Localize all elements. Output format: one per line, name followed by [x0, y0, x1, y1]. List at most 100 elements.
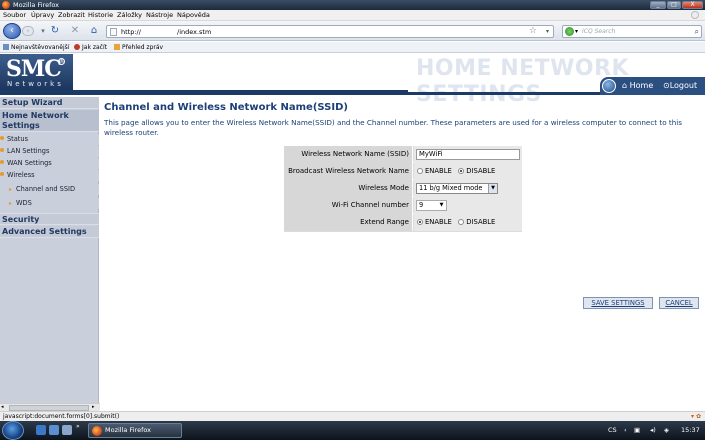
sidebar-setup-wizard[interactable]: Setup Wizard: [0, 97, 99, 109]
quick-launch-icon[interactable]: [62, 425, 72, 435]
channel-select[interactable]: 9 ▼: [416, 200, 447, 211]
page-icon: [110, 28, 117, 36]
addon-icon[interactable]: ▾ ✿: [691, 412, 701, 421]
sidebar-item-channel-ssid[interactable]: ▸ Channel and SSID: [0, 184, 99, 195]
menu-upravy[interactable]: Úpravy: [31, 11, 54, 20]
window-title: Mozilla Firefox: [13, 1, 59, 9]
chevron-down-icon: ▼: [488, 184, 497, 193]
logout-link[interactable]: ⊙Logout: [663, 81, 697, 91]
tray-misc-icon[interactable]: ◈: [664, 421, 669, 440]
ssid-row: Wireless Network Name (SSID) MyWiFi: [284, 146, 522, 163]
broadcast-disable-radio[interactable]: [458, 168, 465, 174]
home-link[interactable]: ⌂ Home: [622, 81, 653, 91]
cancel-button[interactable]: CANCEL: [659, 297, 699, 309]
sidebar: Setup Wizard Home Network Settings Statu…: [0, 97, 99, 403]
page-title: Channel and Wireless Network Name(SSID): [104, 102, 348, 113]
url-prefix: http://: [121, 28, 141, 36]
clock[interactable]: 15:37: [681, 421, 700, 440]
network-icon[interactable]: ▣: [634, 421, 640, 440]
taskbar-task-label: Mozilla Firefox: [105, 426, 151, 434]
save-settings-button[interactable]: SAVE SETTINGS: [583, 297, 653, 309]
forward-button[interactable]: ›: [22, 26, 34, 36]
ssid-label: Wireless Network Name (SSID): [284, 146, 413, 163]
maximize-button[interactable]: □: [667, 1, 681, 9]
menu-nastroje[interactable]: Nástroje: [146, 11, 173, 20]
wireless-settings-form: Wireless Network Name (SSID) MyWiFi Broa…: [284, 146, 522, 232]
rss-icon: [114, 44, 120, 50]
extend-enable-radio[interactable]: [417, 219, 423, 225]
bookmark-getting-started[interactable]: Jak začít: [74, 43, 107, 52]
sidebar-item-wireless[interactable]: Wireless: [0, 170, 99, 181]
start-button[interactable]: [2, 421, 24, 440]
language-indicator[interactable]: CS: [608, 421, 617, 440]
navigation-toolbar: ‹ › ▾ ↻ ✕ ⌂ http:// /index.stm ☆ ▾ ▾ ICQ…: [0, 21, 705, 41]
extend-label: Extend Range: [284, 214, 413, 231]
url-bar[interactable]: http:// /index.stm ☆ ▾: [106, 25, 554, 38]
history-dropdown-icon[interactable]: ▾: [37, 25, 49, 37]
status-bar: javascript:document.forms[0].submit() ▾ …: [0, 411, 705, 421]
menu-soubor[interactable]: Soubor: [3, 11, 26, 20]
menu-historie[interactable]: Historie: [88, 11, 113, 20]
search-box[interactable]: ▾ ICQ Search ⌕: [562, 25, 702, 38]
extend-disable-radio[interactable]: [458, 219, 465, 225]
broadcast-row: Broadcast Wireless Network Name ENABLE D…: [284, 163, 522, 180]
mode-row: Wireless Mode 11 b/g Mixed mode ▼: [284, 180, 522, 197]
scroll-right-icon[interactable]: ▸: [92, 404, 95, 411]
channel-value: 9: [419, 201, 424, 209]
menu-zalozky[interactable]: Záložky: [117, 11, 142, 20]
bookmark-icon: [3, 44, 9, 50]
bullet-icon: [0, 172, 4, 176]
close-button[interactable]: X: [682, 1, 703, 9]
broadcast-disable-option[interactable]: DISABLE: [458, 167, 495, 175]
sidebar-item-wds[interactable]: ▸ WDS: [0, 198, 99, 209]
menu-napoveda[interactable]: Nápověda: [177, 11, 210, 20]
stop-icon[interactable]: ✕: [69, 25, 81, 37]
globe-icon: [602, 79, 616, 93]
wireless-mode-select[interactable]: 11 b/g Mixed mode ▼: [416, 183, 498, 194]
scroll-left-icon[interactable]: ◂: [1, 404, 4, 411]
extend-options: ENABLE DISABLE: [414, 214, 522, 231]
bookmarks-toolbar: Nejnavštěvovanější Jak začít Přehled zpr…: [0, 42, 705, 53]
show-desktop-icon[interactable]: [36, 425, 46, 435]
firefox-icon: [2, 1, 10, 9]
tray-arrow-icon[interactable]: ‹: [624, 421, 627, 440]
sidebar-item-lan[interactable]: LAN Settings: [0, 146, 99, 157]
minimize-button[interactable]: _: [650, 1, 666, 9]
bookmark-most-visited[interactable]: Nejnavštěvovanější: [3, 43, 69, 52]
sidebar-item-status[interactable]: Status: [0, 134, 99, 145]
sidebar-home-network-settings[interactable]: Home Network Settings: [0, 110, 99, 132]
extend-row: Extend Range ENABLE DISABLE: [284, 214, 522, 232]
menu-zobrazit[interactable]: Zobrazit: [58, 11, 85, 20]
search-engine-dropdown-icon[interactable]: ▾: [575, 26, 578, 37]
sidebar-advanced-settings[interactable]: Advanced Settings: [0, 226, 99, 238]
firefox-bookmark-icon: [74, 44, 80, 50]
arrow-icon: ▸: [9, 186, 13, 193]
bookmark-news[interactable]: Přehled zpráv: [114, 43, 163, 52]
horizontal-scrollbar[interactable]: ◂ ▸: [0, 403, 100, 411]
switch-windows-icon[interactable]: [49, 425, 59, 435]
extend-disable-option[interactable]: DISABLE: [458, 218, 495, 226]
quick-launch-more-icon[interactable]: »: [76, 423, 80, 430]
search-placeholder: ICQ Search: [582, 28, 616, 35]
taskbar-firefox-task[interactable]: Mozilla Firefox: [88, 423, 182, 438]
ssid-input[interactable]: MyWiFi: [416, 149, 520, 160]
back-button[interactable]: ‹: [3, 23, 21, 39]
sidebar-item-wan[interactable]: WAN Settings: [0, 158, 99, 169]
url-dropdown-icon[interactable]: ▾: [546, 26, 549, 37]
page-content: SMC ® Networks HOME NETWORK SETTINGS ⌂ H…: [0, 54, 705, 403]
page-description: This page allows you to enter the Wirele…: [104, 118, 683, 137]
title-bar: Mozilla Firefox _ □ X: [0, 0, 705, 10]
smc-logo: SMC ® Networks: [0, 54, 73, 91]
reload-icon[interactable]: ↻: [49, 25, 61, 37]
broadcast-enable-radio[interactable]: [417, 168, 423, 174]
broadcast-enable-option[interactable]: ENABLE: [417, 167, 452, 175]
extend-enable-option[interactable]: ENABLE: [417, 218, 452, 226]
sidebar-security[interactable]: Security: [0, 213, 99, 225]
bullet-icon: [0, 136, 4, 140]
bookmark-star-icon[interactable]: ☆: [529, 26, 537, 37]
search-icon[interactable]: ⌕: [695, 26, 699, 37]
firefox-icon: [92, 426, 102, 436]
volume-icon[interactable]: ◂): [650, 421, 656, 440]
home-icon: ⌂: [622, 81, 628, 90]
home-icon[interactable]: ⌂: [88, 25, 100, 37]
